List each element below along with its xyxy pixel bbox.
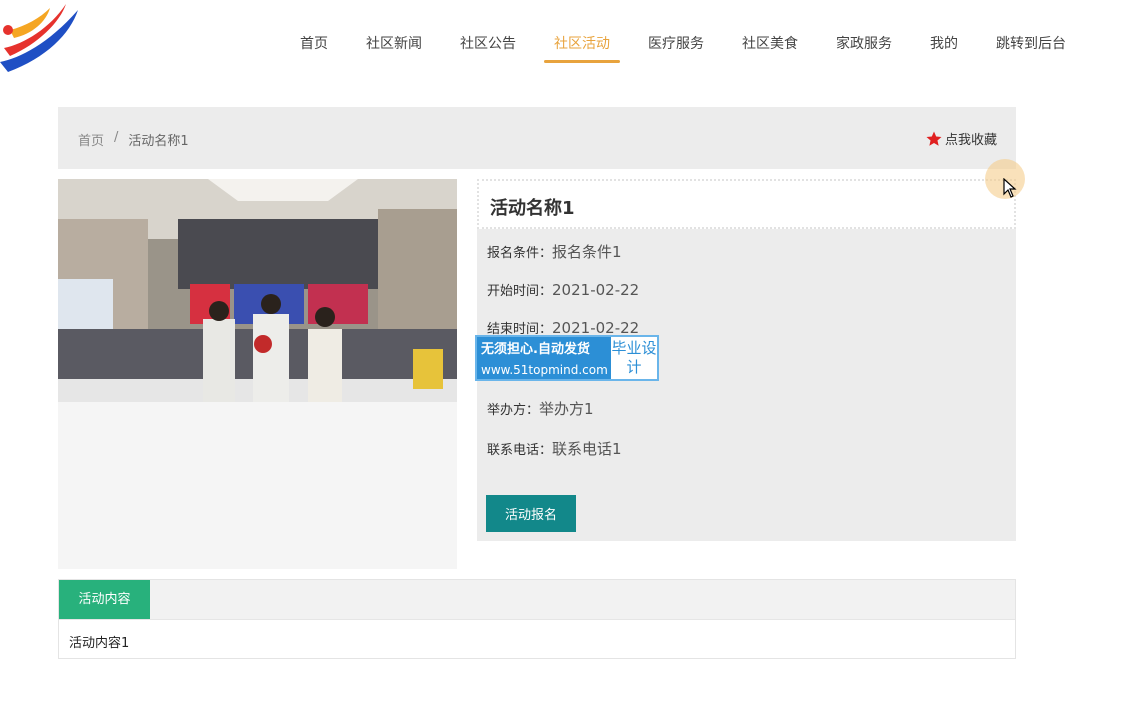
breadcrumb-current: 活动名称1 — [128, 134, 189, 149]
favorite-label: 点我收藏 — [944, 133, 997, 148]
activity-content-panel: 活动内容 活动内容1 — [58, 579, 1016, 659]
breadcrumb-home[interactable]: 首页 — [78, 130, 104, 149]
nav-item-medical[interactable]: 医疗服务 — [638, 26, 714, 63]
field-phone: 联系电话： 联系电话1 — [487, 438, 622, 459]
watermark-badge: 无须担心.自动发货 www.51topmind.com 毕业设计 — [475, 335, 659, 381]
activity-content-text: 活动内容1 — [69, 636, 130, 651]
field-label: 报名条件： — [487, 246, 553, 261]
field-organizer: 举办方： 举办方1 — [487, 398, 594, 419]
watermark-text: 无须担心.自动发货 www.51topmind.com — [477, 337, 611, 379]
field-value: 举办方1 — [539, 400, 594, 418]
star-icon — [926, 131, 942, 146]
watermark-line1: 无须担心.自动发货 — [481, 342, 590, 357]
field-value: 2021-02-22 — [552, 281, 640, 299]
field-condition: 报名条件： 报名条件1 — [487, 241, 622, 262]
activity-image-area — [58, 179, 457, 569]
breadcrumb-bar: 首页 / 活动名称1 点我收藏 — [58, 107, 1016, 169]
activity-title-box: 活动名称1 — [477, 179, 1016, 229]
field-value: 报名条件1 — [552, 243, 622, 261]
watermark-side: 毕业设计 — [611, 337, 657, 379]
field-label: 举办方： — [487, 403, 540, 418]
watermark-url: www.51topmind.com — [481, 363, 608, 377]
field-label: 开始时间： — [487, 284, 553, 299]
field-label: 联系电话： — [487, 443, 553, 458]
nav-item-home[interactable]: 首页 — [290, 26, 338, 63]
nav-item-news[interactable]: 社区新闻 — [356, 26, 432, 63]
signup-button[interactable]: 活动报名 — [486, 495, 576, 532]
field-start-time: 开始时间： 2021-02-22 — [487, 280, 639, 299]
tab-activity-content[interactable]: 活动内容 — [59, 580, 150, 619]
nav-item-notice[interactable]: 社区公告 — [450, 26, 526, 63]
breadcrumb-separator: / — [114, 130, 119, 145]
favorite-button[interactable]: 点我收藏 — [925, 129, 997, 148]
breadcrumb: 首页 / 活动名称1 — [78, 130, 189, 149]
field-value: 联系电话1 — [552, 440, 622, 458]
main-nav: 首页 社区新闻 社区公告 社区活动 医疗服务 社区美食 家政服务 我的 跳转到后… — [290, 26, 1094, 66]
site-logo — [0, 4, 78, 72]
nav-item-mine[interactable]: 我的 — [920, 26, 968, 63]
nav-item-admin[interactable]: 跳转到后台 — [986, 26, 1076, 63]
nav-item-food[interactable]: 社区美食 — [732, 26, 808, 63]
activity-title: 活动名称1 — [490, 198, 575, 219]
content-tab-bar: 活动内容 — [59, 580, 1015, 620]
mouse-cursor-icon — [1003, 178, 1017, 198]
nav-item-activity[interactable]: 社区活动 — [544, 26, 620, 63]
activity-photo — [58, 179, 457, 402]
nav-item-housekeeping[interactable]: 家政服务 — [826, 26, 902, 63]
